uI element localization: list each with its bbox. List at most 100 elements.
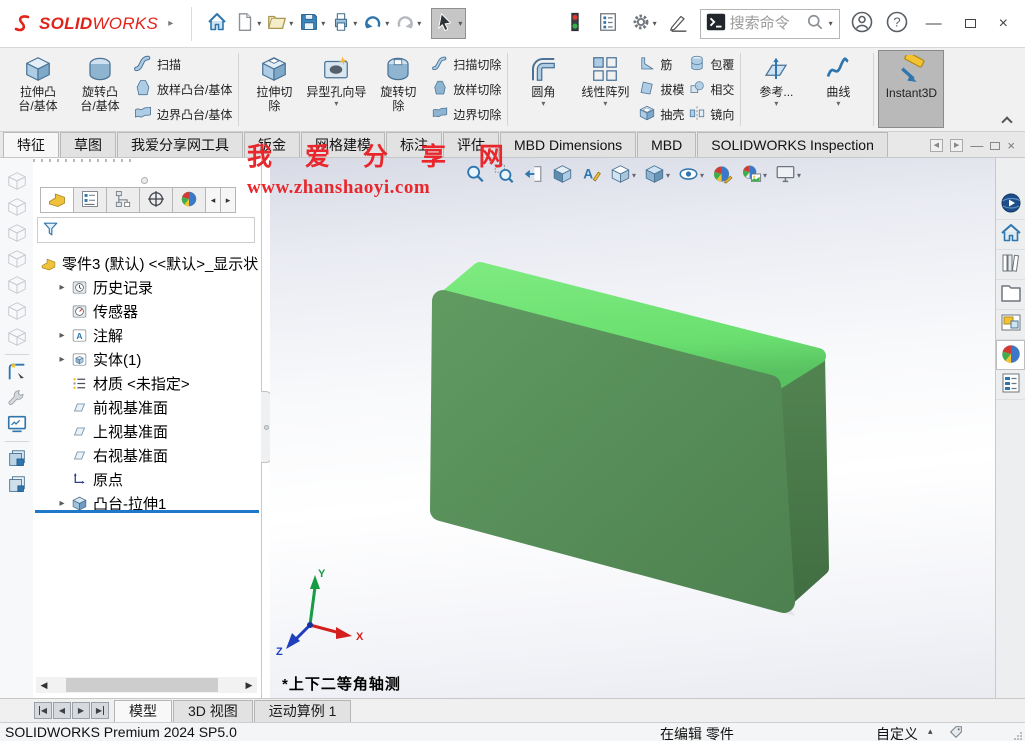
left-strip-cube-w-icon[interactable] [4, 246, 30, 272]
headsup-display-style-button[interactable]: ▾ [643, 163, 670, 188]
dropdown-arrow-icon[interactable]: ▾ [836, 99, 840, 109]
dropdown-arrow-icon[interactable]: ▾ [458, 19, 462, 28]
left-strip-sketch-n-icon[interactable] [4, 359, 30, 385]
left-strip-cube-w-icon[interactable] [4, 220, 30, 246]
redo-button[interactable]: ▾ [393, 9, 422, 38]
tab-ribbon-3[interactable]: 钣金 [244, 132, 300, 157]
minimize-button[interactable]: — [919, 15, 949, 33]
left-strip-wrench-g-icon[interactable] [4, 385, 30, 411]
scrollbar-thumb[interactable] [66, 678, 218, 692]
rebuild-button[interactable] [563, 9, 587, 38]
ribbon-small-button-cut-loft[interactable]: 放样切除 [431, 77, 501, 101]
doc-prev-button[interactable]: ◀ [930, 139, 943, 152]
dropdown-arrow-icon[interactable]: ▾ [774, 99, 778, 109]
taskpane-custom-properties-button[interactable] [996, 370, 1025, 400]
tree-item-material[interactable]: 材质 <未指定> [33, 371, 261, 395]
expand-arrow-icon[interactable]: ▸ [55, 354, 69, 365]
menu-flyout-arrow-icon[interactable]: ▸ [168, 18, 173, 29]
unit-dropdown-arrow-icon[interactable]: ▴ [928, 726, 933, 737]
panel-tabs-scroll-left[interactable]: ◂ [205, 187, 221, 213]
left-strip-cube-w-icon[interactable] [4, 194, 30, 220]
dropdown-arrow-icon[interactable]: ▾ [700, 171, 704, 180]
dropdown-arrow-icon[interactable]: ▾ [385, 19, 389, 28]
close-button[interactable]: × [992, 15, 1015, 33]
tree-item-right-plane[interactable]: 右视基准面 [33, 443, 261, 467]
ribbon-small-button-boundary[interactable]: 边界凸台/基体 [133, 102, 232, 126]
file-properties-button[interactable] [596, 9, 620, 38]
tree-item-origin[interactable]: 原点 [33, 467, 261, 491]
headsup-hide-show-items-button[interactable]: ▾ [677, 163, 704, 188]
rollback-bar[interactable] [35, 510, 259, 513]
headsup-previous-view-button[interactable] [522, 163, 544, 188]
doc-tab-0[interactable]: 模型 [114, 700, 172, 722]
ribbon-small-button-cut-sweep[interactable]: 扫描切除 [431, 52, 501, 76]
prev-tab-button[interactable]: ◀ [53, 702, 71, 719]
doc-close-button[interactable]: × [1007, 139, 1015, 152]
scroll-right-button[interactable]: ▶ [241, 677, 257, 693]
ribbon-button-refgeo[interactable]: 参考...▾ [745, 50, 807, 128]
tree-item-solid-bodies[interactable]: ▸实体(1) [33, 347, 261, 371]
taskpane-appearances-scenes-button[interactable] [996, 340, 1025, 370]
tree-horizontal-scrollbar[interactable]: ◀ ▶ [36, 677, 257, 693]
scrollbar-track[interactable] [52, 677, 241, 693]
taskpane-home-page-button[interactable] [996, 220, 1025, 250]
scroll-left-button[interactable]: ◀ [36, 677, 52, 693]
ribbon-button-fillet[interactable]: 圆角▾ [512, 50, 574, 128]
search-icon[interactable] [805, 12, 825, 35]
left-strip-cube-w-icon[interactable] [4, 272, 30, 298]
ribbon-small-button-shell[interactable]: 抽壳 [638, 102, 684, 126]
doc-tab-1[interactable]: 3D 视图 [173, 700, 253, 722]
open-button[interactable]: ▾ [265, 9, 294, 38]
left-strip-display-b-icon[interactable] [4, 411, 30, 437]
ribbon-small-button-loft[interactable]: 放样凸台/基体 [133, 77, 232, 101]
tree-item-annotations[interactable]: ▸A注解 [33, 323, 261, 347]
dropdown-arrow-icon[interactable]: ▾ [653, 19, 657, 28]
dropdown-arrow-icon[interactable]: ▾ [289, 19, 293, 28]
doc-restore-button[interactable] [990, 142, 1000, 150]
ribbon-button-pattern[interactable]: 线性阵列▾ [574, 50, 636, 128]
tree-item-top-plane[interactable]: 上视基准面 [33, 419, 261, 443]
ribbon-button-curve[interactable]: 曲线▾ [807, 50, 869, 128]
panel-tab-propertymanager[interactable] [73, 187, 107, 213]
tree-item-part-root[interactable]: 零件3 (默认) <<默认>_显示状 [33, 251, 261, 275]
headsup-annotation-view-button[interactable]: A [580, 163, 602, 188]
model-3d-green-box[interactable] [420, 256, 850, 626]
panel-tab-featuremanager[interactable] [40, 187, 74, 213]
ribbon-collapse-button[interactable] [1003, 115, 1013, 125]
taskpane-solidworks-resources-button[interactable] [996, 190, 1025, 220]
tag-icon[interactable] [948, 724, 964, 742]
headsup-edit-appearance-button[interactable] [711, 163, 733, 188]
login-button[interactable] [849, 8, 875, 39]
dropdown-arrow-icon[interactable]: ▾ [321, 19, 325, 28]
ribbon-small-button-sweep[interactable]: 扫描 [133, 52, 232, 76]
taskpane-design-library-button[interactable] [996, 250, 1025, 280]
annotate-button[interactable] [667, 9, 691, 38]
tab-ribbon-6[interactable]: 评估 [443, 132, 499, 157]
ribbon-small-button-rib[interactable]: 筋 [638, 52, 684, 76]
headsup-view-orientation-button[interactable]: ▾ [609, 163, 636, 188]
left-strip-copy-a-icon[interactable] [4, 446, 30, 472]
panel-tabs-scroll-right[interactable]: ▸ [220, 187, 236, 213]
expand-arrow-icon[interactable]: ▸ [55, 282, 69, 293]
panel-tab-displaymanager[interactable] [172, 187, 206, 213]
save-button[interactable]: ▾ [297, 9, 326, 38]
ribbon-button-boss-revolve[interactable]: 旋转凸 台/基体 [69, 50, 131, 128]
home-button[interactable] [204, 8, 230, 39]
new-document-button[interactable]: ▾ [233, 9, 262, 38]
tab-ribbon-9[interactable]: SOLIDWORKS Inspection [697, 132, 888, 157]
ribbon-button-cut-extrude[interactable]: 拉伸切 除 [243, 50, 305, 128]
left-strip-copy-b-icon[interactable] [4, 472, 30, 498]
search-input[interactable] [730, 15, 802, 32]
options-button[interactable]: ▾ [629, 9, 658, 38]
ribbon-button-boss-extrude[interactable]: 拉伸凸 台/基体 [7, 50, 69, 128]
ribbon-small-button-draft[interactable]: 拔模 [638, 77, 684, 101]
help-button[interactable]: ? [884, 8, 910, 39]
tab-ribbon-1[interactable]: 草图 [60, 132, 116, 157]
dropdown-arrow-icon[interactable]: ▾ [797, 171, 801, 180]
headsup-view-settings-button[interactable]: ▾ [774, 163, 801, 188]
maximize-button[interactable] [958, 15, 983, 33]
taskpane-file-explorer-button[interactable] [996, 280, 1025, 310]
doc-minimize-button[interactable]: — [970, 139, 983, 152]
tab-ribbon-2[interactable]: 我爱分享网工具 [117, 132, 243, 157]
expand-arrow-icon[interactable]: ▸ [55, 498, 69, 509]
